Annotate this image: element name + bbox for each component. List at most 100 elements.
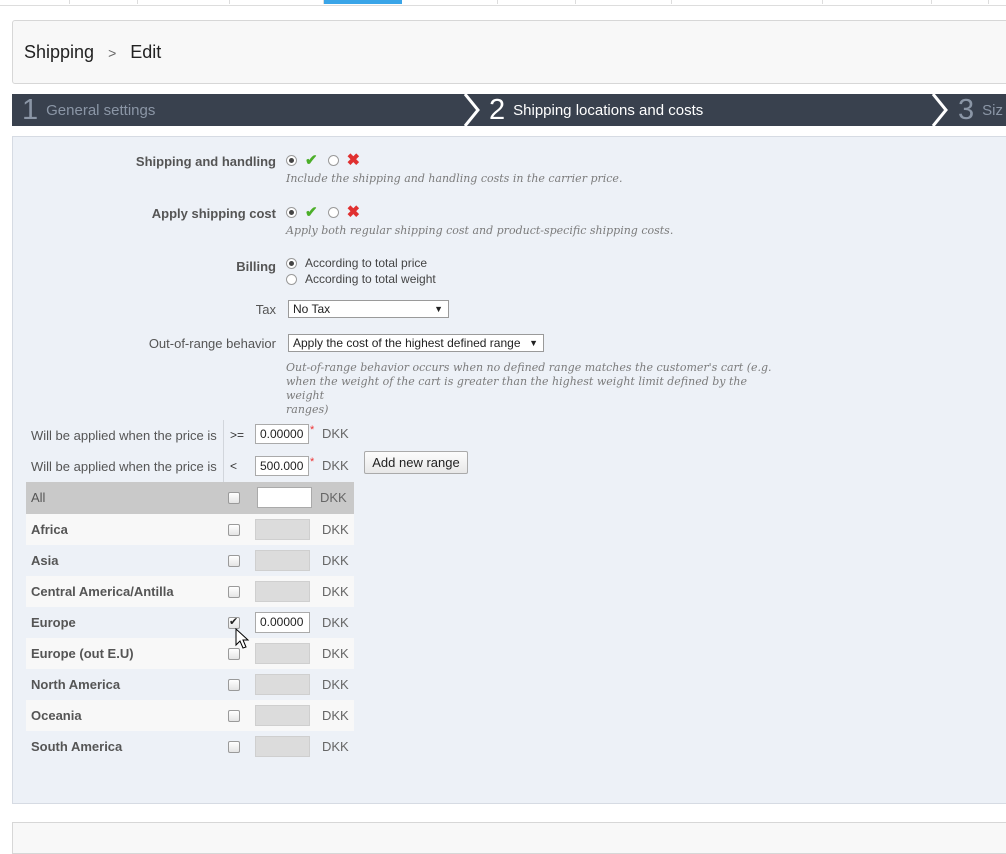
zone-checkbox[interactable] [228, 741, 240, 753]
currency-label: DKK [322, 708, 349, 723]
currency-label: DKK [322, 677, 349, 692]
zone-name: Oceania [31, 708, 82, 723]
zone-name: Africa [31, 522, 68, 537]
nav-tab[interactable] [498, 0, 576, 4]
apply-cost-label: Apply shipping cost [151, 206, 276, 221]
billing-label: Billing [236, 259, 276, 274]
billing-price-radio[interactable] [286, 257, 297, 269]
apply-cost-yes-radio[interactable] [286, 206, 297, 218]
zone-checkbox[interactable] [228, 524, 240, 536]
page-header: Shipping > Edit [12, 20, 1006, 84]
add-new-range-button[interactable]: Add new range [364, 451, 468, 474]
shipping-handling-yes-radio[interactable] [286, 154, 297, 166]
dropdown-arrow-icon: ▼ [434, 304, 443, 314]
zone-row-asia: Asia DKK [26, 545, 354, 576]
oor-select-value: Apply the cost of the highest defined ra… [293, 336, 521, 350]
zone-name: Central America/Antilla [31, 584, 174, 599]
apply-cost-no-radio[interactable] [327, 206, 339, 218]
zone-row-all: All DKK [26, 482, 354, 514]
tax-label: Tax [255, 302, 276, 317]
billing-option-price[interactable]: According to total price [286, 255, 436, 271]
zone-name: South America [31, 739, 123, 754]
breadcrumb-current: Edit [130, 42, 162, 62]
zone-price-input[interactable] [255, 705, 310, 726]
zone-price-input[interactable] [255, 550, 310, 571]
step-sizes[interactable]: 3 Siz [958, 94, 1003, 126]
zone-name: North America [31, 677, 121, 692]
breadcrumb: Shipping > Edit [24, 42, 161, 63]
nav-tab-active[interactable] [324, 0, 402, 4]
tax-select[interactable]: No Tax ▼ [288, 300, 449, 318]
required-marker: * [310, 424, 315, 436]
step-number: 3 [958, 94, 975, 126]
top-nav [0, 0, 1006, 6]
currency-label: DKK [322, 458, 349, 473]
range-min-input[interactable]: 0.00000 [255, 424, 309, 444]
shipping-handling-help: Include the shipping and handling costs … [286, 172, 623, 185]
shipping-handling-no-radio[interactable] [327, 154, 339, 166]
zone-price-input[interactable] [257, 487, 312, 508]
wizard-steps: 1 General settings 2 Shipping locations … [12, 94, 1006, 126]
billing-weight-radio[interactable] [286, 273, 297, 285]
range-operator-text: < [230, 459, 238, 473]
range-max-input[interactable]: 500.000 [255, 456, 309, 476]
mouse-cursor-icon [235, 628, 250, 649]
dropdown-arrow-icon: ▼ [529, 338, 538, 348]
billing-price-label: According to total price [305, 256, 428, 270]
nav-tab[interactable] [932, 0, 989, 4]
zone-price-input[interactable] [255, 674, 310, 695]
currency-label: DKK [322, 426, 349, 441]
zone-checkbox[interactable] [228, 492, 240, 504]
zone-price-input[interactable] [255, 736, 310, 757]
tax-select-value: No Tax [293, 302, 331, 316]
currency-label: DKK [320, 490, 347, 505]
step-general-settings[interactable]: 1 General settings [22, 94, 155, 126]
step-shipping-locations[interactable]: 2 Shipping locations and costs [489, 94, 703, 126]
step-label: Shipping locations and costs [513, 101, 704, 119]
step-number: 1 [22, 94, 39, 126]
zone-name: Europe [31, 615, 76, 630]
billing-option-weight[interactable]: According to total weight [286, 271, 436, 287]
oor-label: Out-of-range behavior [148, 336, 276, 351]
apply-cost-help: Apply both regular shipping cost and pro… [286, 224, 674, 237]
range-text: Will be applied when the price is [31, 459, 217, 474]
nav-tab[interactable] [0, 0, 70, 4]
oor-help-line: Out-of-range behavior occurs when no def… [286, 361, 772, 374]
step-label: General settings [46, 101, 156, 119]
zone-checkbox[interactable] [228, 555, 240, 567]
zone-checkbox[interactable] [228, 679, 240, 691]
range-operator-text: >= [230, 428, 245, 442]
nav-tab[interactable] [823, 0, 932, 4]
nav-tab[interactable] [138, 0, 230, 4]
oor-help: Out-of-range behavior occurs when no def… [286, 361, 786, 417]
zone-row-oceania: Oceania DKK [26, 700, 354, 731]
oor-select[interactable]: Apply the cost of the highest defined ra… [288, 334, 544, 352]
breadcrumb-parent[interactable]: Shipping [24, 42, 94, 63]
shipping-handling-label: Shipping and handling [135, 154, 276, 169]
range-text: Will be applied when the price is [31, 428, 217, 443]
billing-options: According to total price According to to… [286, 255, 436, 287]
check-icon: ✔ [305, 204, 318, 221]
footer-panel [12, 822, 1006, 854]
zone-checkbox[interactable] [228, 710, 240, 722]
step-chevron-icon [463, 94, 480, 126]
currency-label: DKK [322, 584, 349, 599]
zone-price-input[interactable] [255, 581, 310, 602]
zone-price-input[interactable] [255, 519, 310, 540]
nav-tab[interactable] [70, 0, 138, 4]
step-label: Siz [982, 101, 1003, 119]
zone-row-africa: Africa DKK [26, 514, 354, 545]
currency-label: DKK [322, 615, 349, 630]
currency-label: DKK [322, 553, 349, 568]
nav-tab[interactable] [672, 0, 823, 4]
required-marker: * [310, 456, 315, 468]
zone-price-input[interactable] [255, 643, 310, 664]
zone-checkbox[interactable] [228, 586, 240, 598]
nav-tab[interactable] [403, 0, 498, 4]
zone-price-input[interactable]: 0.00000 [255, 612, 310, 633]
zone-row-south-america: South America DKK [26, 731, 354, 762]
currency-label: DKK [322, 522, 349, 537]
nav-tab[interactable] [230, 0, 324, 4]
nav-tab[interactable] [576, 0, 672, 4]
oor-help-line: ranges) [286, 403, 329, 416]
